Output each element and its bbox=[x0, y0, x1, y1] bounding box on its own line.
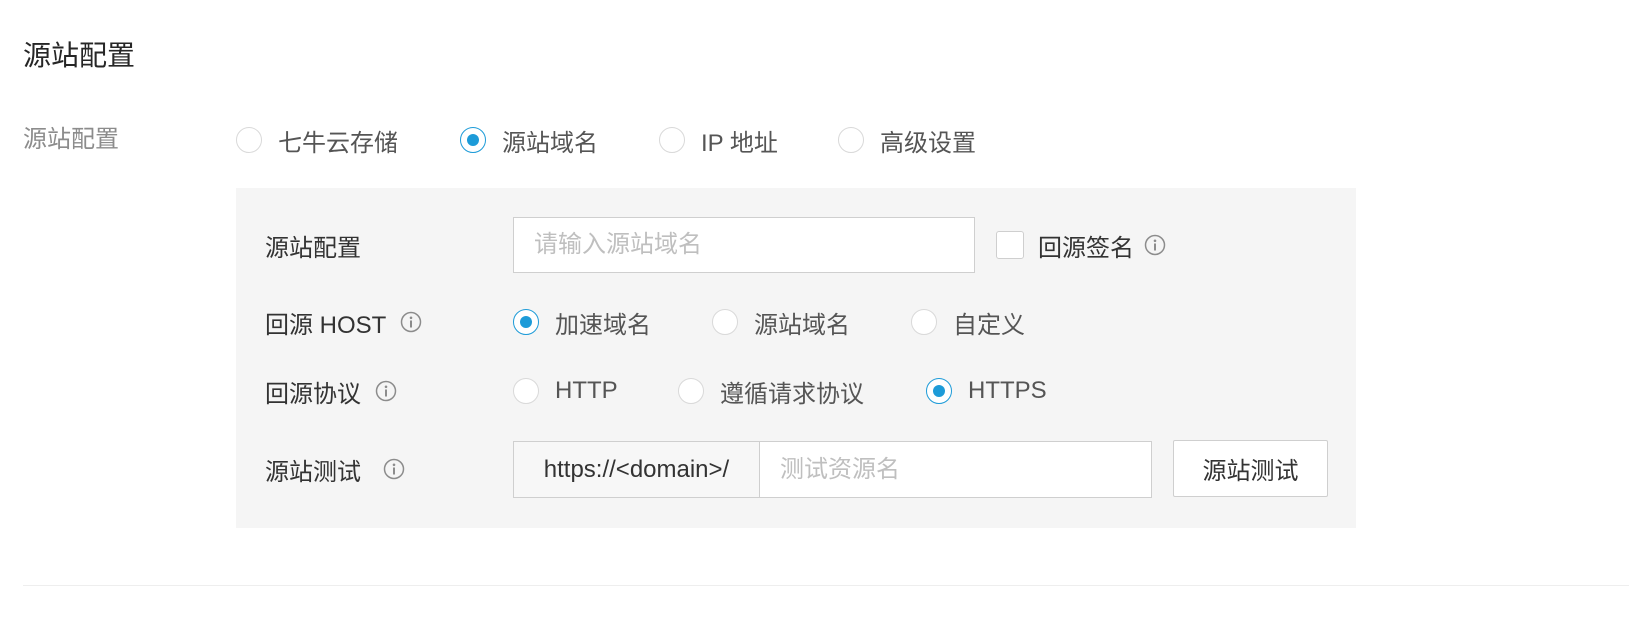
radio-label: 源站域名 bbox=[754, 311, 850, 339]
info-icon[interactable] bbox=[1144, 234, 1166, 256]
radio-circle[interactable] bbox=[838, 127, 864, 153]
test-url-input-group: https://<domain>/ bbox=[513, 441, 1152, 498]
radio-label: HTTPS bbox=[968, 377, 1047, 404]
radio-circle[interactable] bbox=[513, 309, 539, 335]
radio-advanced-settings[interactable]: 高级设置 bbox=[838, 120, 976, 160]
origin-domain-input[interactable] bbox=[513, 217, 975, 273]
radio-label: 高级设置 bbox=[880, 129, 976, 157]
radio-circle[interactable] bbox=[513, 378, 539, 404]
origin-test-label-text: 源站测试 bbox=[265, 458, 361, 486]
radio-circle[interactable] bbox=[460, 127, 486, 153]
radio-label: 自定义 bbox=[953, 311, 1025, 339]
radio-circle[interactable] bbox=[926, 378, 952, 404]
info-icon[interactable] bbox=[375, 380, 397, 402]
origin-test-button[interactable]: 源站测试 bbox=[1173, 440, 1328, 497]
radio-circle[interactable] bbox=[911, 309, 937, 335]
radio-label: IP 地址 bbox=[701, 129, 778, 157]
origin-signature-checkbox[interactable]: 回源签名 bbox=[996, 225, 1166, 265]
origin-type-row: 源站配置 七牛云存储 源站域名 IP 地址 高级设置 bbox=[23, 120, 1123, 160]
host-label-text: 回源 HOST bbox=[265, 311, 387, 339]
host-label: 回源 HOST bbox=[265, 302, 422, 342]
radio-protocol-https[interactable]: HTTPS bbox=[926, 371, 1047, 411]
protocol-label-text: 回源协议 bbox=[265, 380, 361, 408]
checkbox-label: 回源签名 bbox=[1038, 234, 1134, 262]
origin-type-label: 源站配置 bbox=[23, 126, 119, 153]
radio-circle[interactable] bbox=[678, 378, 704, 404]
radio-circle[interactable] bbox=[659, 127, 685, 153]
radio-circle[interactable] bbox=[236, 127, 262, 153]
checkbox-box[interactable] bbox=[996, 231, 1024, 259]
config-panel: 源站配置 回源签名 回源 HOST 加速域名 源站域名 自定义 回源协议 HTT… bbox=[236, 188, 1356, 528]
radio-protocol-http[interactable]: HTTP bbox=[513, 371, 618, 411]
radio-label: 遵循请求协议 bbox=[720, 380, 864, 408]
test-resource-input[interactable] bbox=[760, 442, 1151, 497]
radio-protocol-follow-request[interactable]: 遵循请求协议 bbox=[678, 371, 864, 411]
radio-qiniu-storage[interactable]: 七牛云存储 bbox=[236, 120, 398, 160]
divider bbox=[23, 585, 1629, 586]
protocol-label: 回源协议 bbox=[265, 371, 397, 411]
radio-host-custom[interactable]: 自定义 bbox=[911, 302, 1025, 342]
radio-host-origin-domain[interactable]: 源站域名 bbox=[712, 302, 850, 342]
radio-ip-address[interactable]: IP 地址 bbox=[659, 120, 778, 160]
radio-circle[interactable] bbox=[712, 309, 738, 335]
radio-label: 七牛云存储 bbox=[278, 129, 398, 157]
radio-label: 加速域名 bbox=[555, 311, 651, 339]
origin-test-label: 源站测试 bbox=[265, 449, 405, 489]
radio-label: 源站域名 bbox=[502, 129, 598, 157]
radio-origin-domain[interactable]: 源站域名 bbox=[460, 120, 598, 160]
radio-label: HTTP bbox=[555, 377, 618, 404]
radio-host-accelerated-domain[interactable]: 加速域名 bbox=[513, 302, 651, 342]
url-prefix-addon: https://<domain>/ bbox=[514, 442, 760, 497]
info-icon[interactable] bbox=[400, 311, 422, 333]
info-icon[interactable] bbox=[383, 458, 405, 480]
origin-config-label: 源站配置 bbox=[265, 234, 361, 262]
section-title: 源站配置 bbox=[23, 40, 136, 71]
